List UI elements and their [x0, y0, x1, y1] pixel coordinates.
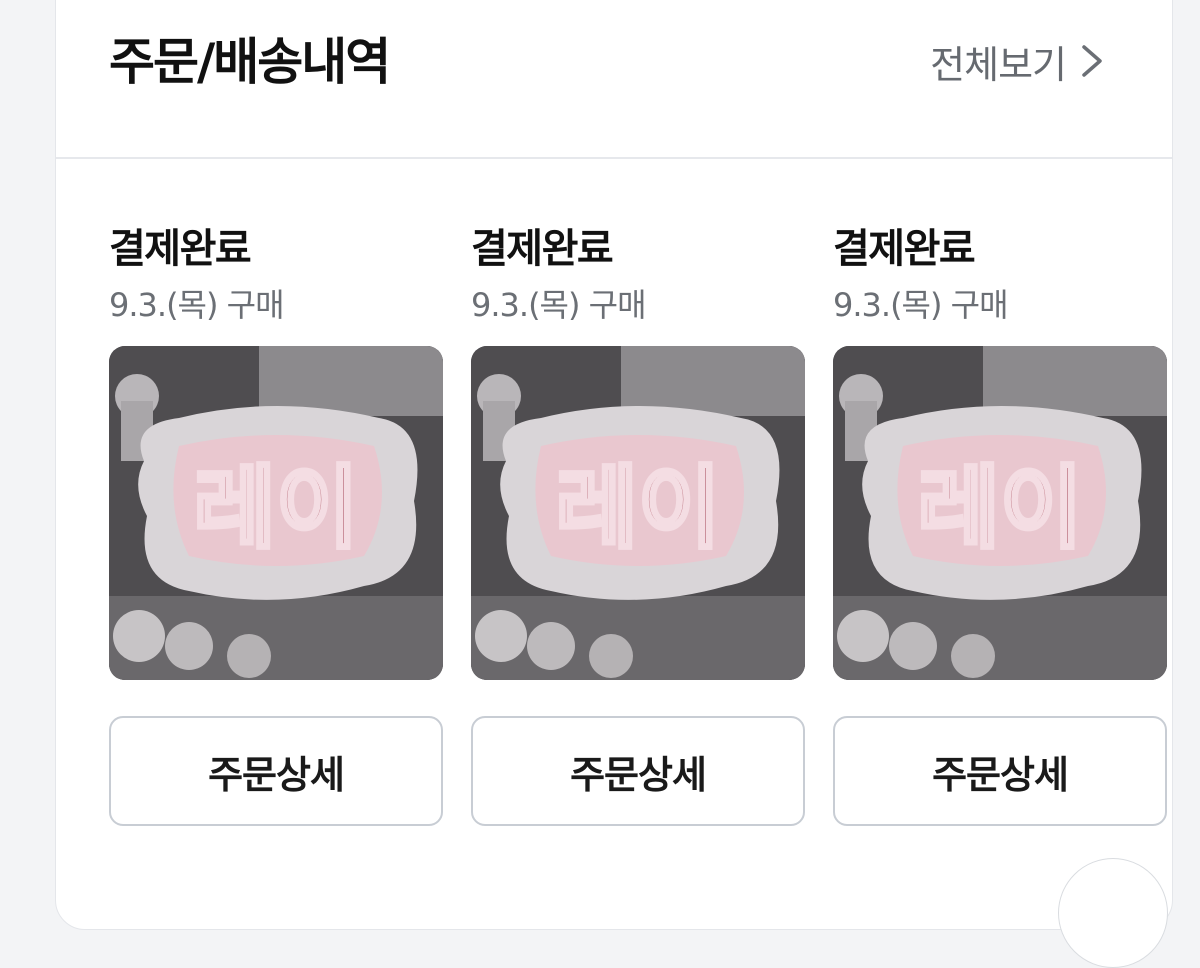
- product-logo-text: 레이: [917, 456, 1083, 561]
- order-item: 결제완료 9.3.(목) 구매 레이 주문상세: [833, 219, 1167, 826]
- order-detail-button[interactable]: 주문상세: [109, 716, 443, 826]
- product-photo: 레이: [833, 346, 1167, 680]
- floating-action-button[interactable]: [1058, 858, 1168, 968]
- product-photo: 레이: [109, 346, 443, 680]
- order-date: 9.3.(목) 구매: [833, 286, 1009, 324]
- order-item: 결제완료 9.3.(목) 구매 레이 주문상세: [471, 219, 805, 826]
- product-image[interactable]: 레이: [471, 346, 805, 680]
- product-logo-text: 레이: [193, 456, 359, 561]
- order-list: 결제완료 9.3.(목) 구매 레이 주문상세 결제완료 9.3.(목) 구매 …: [56, 1, 1172, 901]
- product-photo: 레이: [471, 346, 805, 680]
- order-date: 9.3.(목) 구매: [471, 286, 647, 324]
- order-detail-button[interactable]: 주문상세: [471, 716, 805, 826]
- order-detail-label: 주문상세: [208, 752, 345, 797]
- order-detail-label: 주문상세: [932, 752, 1069, 797]
- order-detail-button[interactable]: 주문상세: [833, 716, 1167, 826]
- product-image[interactable]: 레이: [109, 346, 443, 680]
- product-image[interactable]: 레이: [833, 346, 1167, 680]
- product-logo-text: 레이: [555, 456, 721, 561]
- order-status: 결제완료: [109, 226, 252, 272]
- order-item: 결제완료 9.3.(목) 구매 레이 주문상세: [109, 219, 443, 826]
- order-history-card: 주문/배송내역 전체보기 결제완료 9.3.(목) 구매 레이 주문상세 결제완…: [55, 0, 1173, 930]
- order-detail-label: 주문상세: [570, 752, 707, 797]
- order-status: 결제완료: [833, 226, 976, 272]
- order-date: 9.3.(목) 구매: [109, 286, 285, 324]
- order-status: 결제완료: [471, 226, 614, 272]
